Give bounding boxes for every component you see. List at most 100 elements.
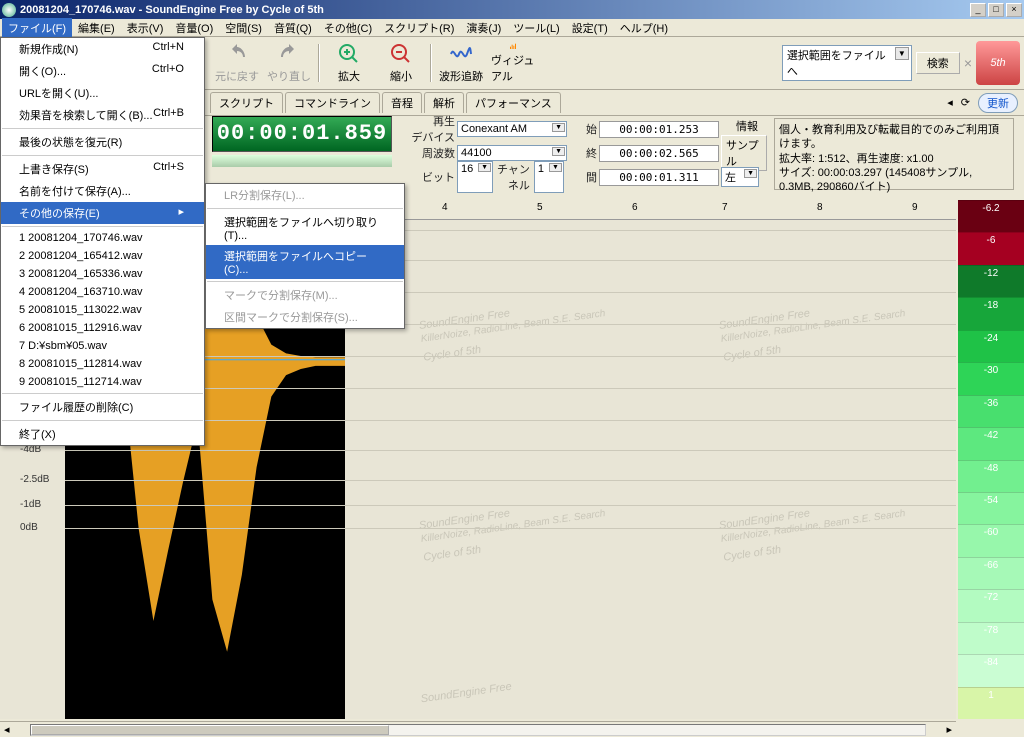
- menu-file[interactable]: ファイル(F): [2, 18, 72, 38]
- mi-recent-5[interactable]: 5 20081015_113022.wav: [1, 301, 204, 319]
- app-icon: [2, 3, 16, 17]
- bit-combo[interactable]: 16: [457, 161, 493, 193]
- mi-saveas[interactable]: 名前を付けて保存(A)...: [1, 180, 204, 202]
- wavetrack-button[interactable]: 波形追跡: [438, 41, 484, 85]
- tab-analysis[interactable]: 解析: [424, 92, 464, 113]
- menu-edit[interactable]: 編集(E): [72, 18, 121, 38]
- meter-segment: -36: [958, 395, 1024, 427]
- device-combo[interactable]: Conexant AM: [457, 121, 567, 137]
- menu-settings[interactable]: 設定(T): [566, 18, 614, 38]
- maximize-button[interactable]: □: [988, 3, 1004, 17]
- mi-recent-6[interactable]: 6 20081015_112916.wav: [1, 319, 204, 337]
- mi-exit[interactable]: 終了(X): [1, 423, 204, 445]
- ruler-tick: 7: [722, 202, 728, 213]
- ruler-tick: 8: [817, 202, 823, 213]
- meter-segment: -66: [958, 557, 1024, 589]
- scroll-thumb[interactable]: [31, 725, 389, 735]
- lr-combo[interactable]: 左: [721, 167, 759, 187]
- start-label: 始: [569, 121, 597, 137]
- menu-help[interactable]: ヘルプ(H): [614, 18, 674, 38]
- wavetrack-icon: [449, 42, 473, 66]
- meter-segment: -6.2: [958, 200, 1024, 232]
- mi-recent-7[interactable]: 7 D:¥sbm¥05.wav: [1, 337, 204, 355]
- menu-quality[interactable]: 音質(Q): [268, 18, 318, 38]
- window-title: 20081204_170746.wav - SoundEngine Free b…: [20, 4, 970, 16]
- menu-view[interactable]: 表示(V): [121, 18, 170, 38]
- mi-open[interactable]: 開く(O)...Ctrl+O: [1, 60, 204, 82]
- mi-save[interactable]: 上書き保存(S)Ctrl+S: [1, 158, 204, 180]
- selection-export-combo[interactable]: 選択範囲をファイルへ: [782, 45, 912, 81]
- end-label: 終: [569, 145, 597, 161]
- smi-rangemark: 区間マークで分割保存(S)...: [206, 306, 404, 328]
- span-field[interactable]: 00:00:01.311: [599, 169, 719, 186]
- mi-othersave[interactable]: その他の保存(E)▸: [1, 202, 204, 224]
- meter-segment: -84: [958, 654, 1024, 686]
- ruler-tick: 9: [912, 202, 918, 213]
- mi-new[interactable]: 新規作成(N)Ctrl+N: [1, 38, 204, 60]
- sample-button[interactable]: サンプル: [721, 135, 767, 171]
- freq-label: 周波数: [405, 145, 455, 161]
- tab-script[interactable]: スクリプト: [210, 92, 283, 113]
- mi-recent-9[interactable]: 9 20081015_112714.wav: [1, 373, 204, 391]
- smi-cutfile[interactable]: 選択範囲をファイルへ切り取り(T)...: [206, 211, 404, 245]
- menu-play[interactable]: 演奏(J): [460, 18, 507, 38]
- menu-space[interactable]: 空間(S): [219, 18, 268, 38]
- close-panel-icon[interactable]: ×: [964, 55, 972, 71]
- mi-recent-1[interactable]: 1 20081204_170746.wav: [1, 229, 204, 247]
- end-field[interactable]: 00:00:02.565: [599, 145, 719, 162]
- mi-urlopen[interactable]: URLを開く(U)...: [1, 82, 204, 104]
- scroll-left-icon[interactable]: ◂: [0, 723, 14, 736]
- menubar: ファイル(F) 編集(E) 表示(V) 音量(O) 空間(S) 音質(Q) その…: [0, 19, 1024, 37]
- tab-performance[interactable]: パフォーマンス: [466, 92, 561, 113]
- zoomin-icon: [337, 42, 361, 66]
- mi-delhistory[interactable]: ファイル履歴の削除(C): [1, 396, 204, 418]
- span-label: 間: [569, 169, 597, 185]
- mi-recent-4[interactable]: 4 20081204_163710.wav: [1, 283, 204, 301]
- freq-combo[interactable]: 44100: [457, 145, 567, 161]
- start-field[interactable]: 00:00:01.253: [599, 121, 719, 138]
- update-button[interactable]: 更新: [978, 93, 1018, 113]
- meter-segment: 1: [958, 687, 1024, 719]
- nav-prev-icon[interactable]: ◂: [947, 96, 953, 109]
- mi-recent-3[interactable]: 3 20081204_165336.wav: [1, 265, 204, 283]
- params-panel: 再生 デバイス Conexant AM 始 00:00:01.253 周波数 4…: [405, 118, 964, 194]
- mi-restore[interactable]: 最後の状態を復元(R): [1, 131, 204, 153]
- meter-segment: -42: [958, 427, 1024, 459]
- y-axis-label: 0dB: [20, 522, 38, 533]
- meter-segment: -24: [958, 330, 1024, 362]
- close-button[interactable]: ×: [1006, 3, 1022, 17]
- tab-pitch[interactable]: 音程: [382, 92, 422, 113]
- smi-lrsplit: LR分割保存(L)...: [206, 184, 404, 206]
- scroll-track[interactable]: [30, 724, 927, 736]
- menu-script[interactable]: スクリプト(R): [378, 18, 460, 38]
- scroll-right-icon[interactable]: ▸: [942, 723, 956, 736]
- h-scrollbar[interactable]: ◂ ▸: [0, 721, 956, 737]
- meter-segment: -72: [958, 589, 1024, 621]
- zoomout-button[interactable]: 縮小: [378, 41, 424, 85]
- mi-recent-2[interactable]: 2 20081204_165412.wav: [1, 247, 204, 265]
- ruler-tick: 5: [537, 202, 543, 213]
- zoomin-button[interactable]: 拡大: [326, 41, 372, 85]
- tab-cmdline[interactable]: コマンドライン: [285, 92, 380, 113]
- meter-segment: -54: [958, 492, 1024, 524]
- level-meter: -6.2-6-12-18-24-30-36-42-48-54-60-66-72-…: [958, 200, 1024, 719]
- cycle5th-logo: 5th: [976, 41, 1020, 85]
- mi-recent-8[interactable]: 8 20081015_112814.wav: [1, 355, 204, 373]
- ch-combo[interactable]: 1: [534, 161, 564, 193]
- search-button[interactable]: 検索: [916, 52, 960, 74]
- meter-segment: -6: [958, 232, 1024, 264]
- menu-volume[interactable]: 音量(O): [169, 18, 219, 38]
- smi-copyfile[interactable]: 選択範囲をファイルへコピー(C)...: [206, 245, 404, 279]
- device-label: 再生 デバイス: [405, 113, 455, 145]
- mi-sfxsearch[interactable]: 効果音を検索して開く(B)...Ctrl+B: [1, 104, 204, 126]
- nav-refresh-icon[interactable]: ⟳: [961, 96, 970, 109]
- minimize-button[interactable]: _: [970, 3, 986, 17]
- menu-tool[interactable]: ツール(L): [507, 18, 565, 38]
- zoomout-icon: [389, 42, 413, 66]
- visual-button[interactable]: ヴィジュアル: [490, 41, 536, 85]
- menu-other[interactable]: その他(C): [318, 18, 378, 38]
- ruler-tick: 6: [632, 202, 638, 213]
- undo-button[interactable]: 元に戻す: [214, 41, 260, 85]
- time-scrubber[interactable]: [212, 155, 392, 167]
- redo-button[interactable]: やり直し: [266, 41, 312, 85]
